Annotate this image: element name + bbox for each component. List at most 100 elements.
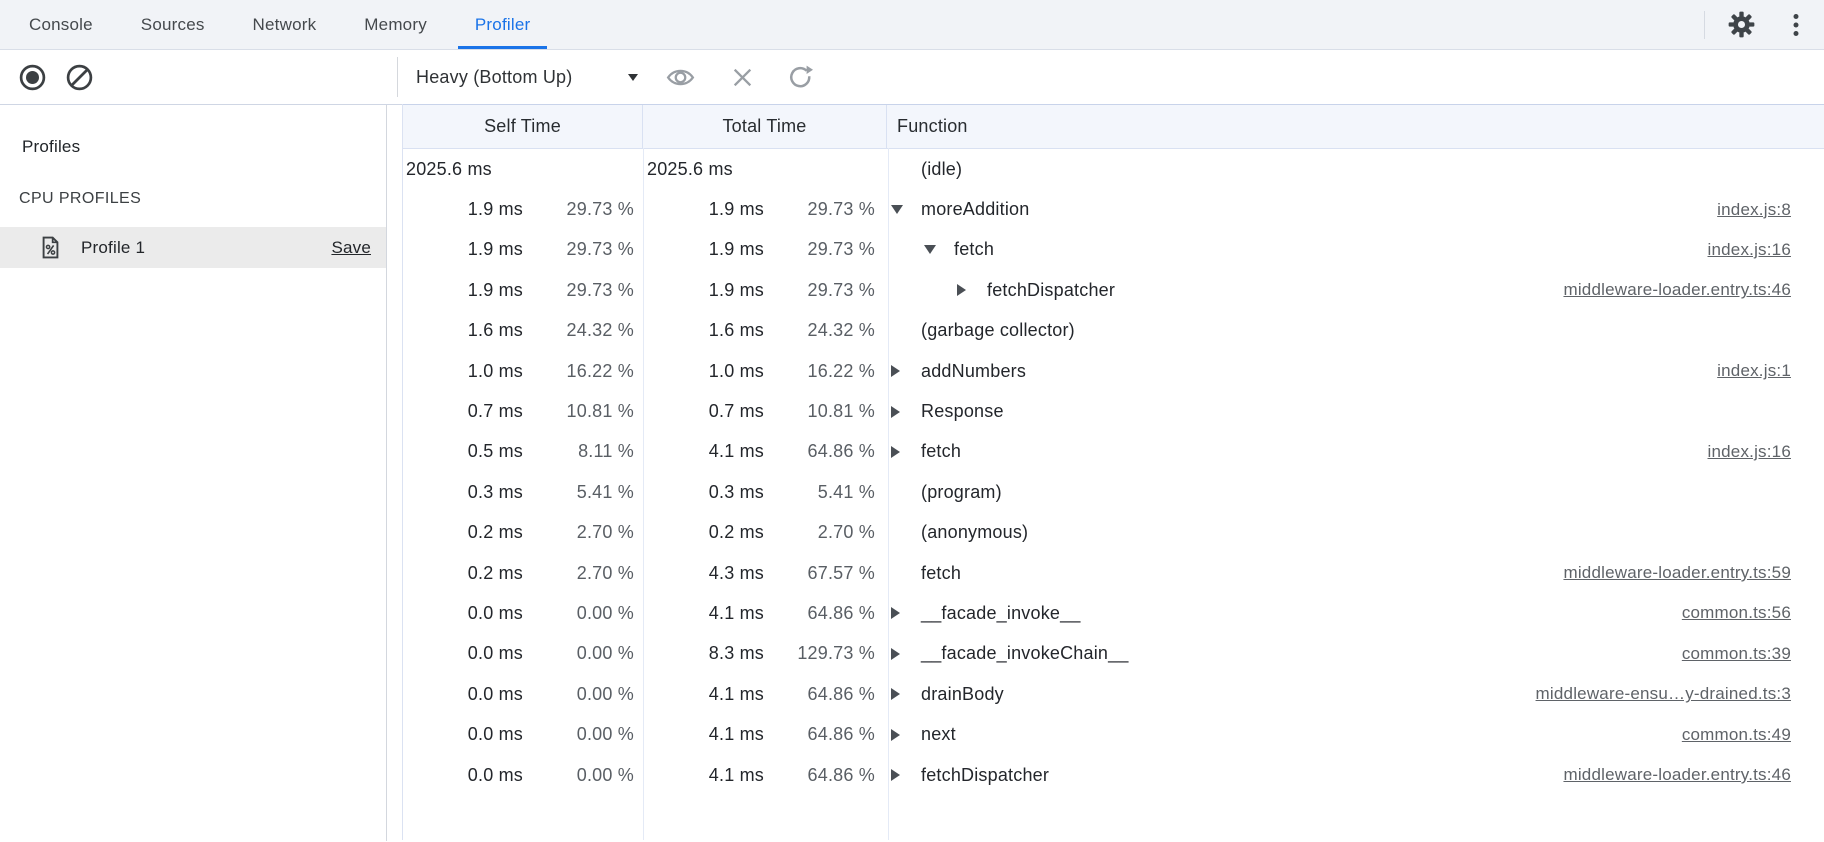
- save-profile-link[interactable]: Save: [331, 238, 371, 258]
- source-link[interactable]: index.js:1: [1697, 361, 1791, 381]
- function-cell: __facade_invokeChain__common.ts:39: [888, 643, 1824, 664]
- more-menu-button[interactable]: [1789, 12, 1803, 38]
- restore-all-button[interactable]: [786, 63, 815, 92]
- expand-arrow-icon[interactable]: [891, 365, 921, 377]
- source-link[interactable]: index.js:16: [1688, 240, 1791, 260]
- profile-table-row[interactable]: 0.0 ms0.00 %4.1 ms64.86 %fetchDispatcher…: [403, 755, 1824, 795]
- function-cell: moreAddition index.js:8: [888, 199, 1824, 220]
- column-header-function[interactable]: Function: [887, 105, 1824, 148]
- self-time-ms: 0.0 ms: [403, 603, 523, 624]
- expand-arrow-icon[interactable]: [891, 769, 921, 781]
- profile-list-item[interactable]: Profile 1 Save: [0, 227, 386, 268]
- source-link[interactable]: common.ts:39: [1662, 644, 1791, 664]
- self-time-ms: 0.0 ms: [403, 643, 523, 664]
- grid-header-row: Self TimeTotal TimeFunction: [403, 104, 1824, 149]
- total-time-cell: 4.1 ms64.86 %: [644, 441, 888, 462]
- profiler-toolbar: Heavy (Bottom Up): [0, 50, 1824, 104]
- source-link[interactable]: middleware-loader.entry.ts:46: [1543, 280, 1791, 300]
- profile-name: Profile 1: [81, 238, 145, 258]
- clear-profiles-button[interactable]: [65, 63, 94, 92]
- triangle-down-icon: [891, 205, 903, 214]
- source-link[interactable]: middleware-loader.entry.ts:59: [1543, 563, 1791, 583]
- self-time-percent: [492, 159, 603, 180]
- function-cell: addNumbersindex.js:1: [888, 361, 1824, 382]
- expand-arrow-icon[interactable]: [891, 688, 921, 700]
- self-time-percent: 29.73 %: [523, 280, 634, 301]
- profile-table-row[interactable]: 1.6 ms24.32 %1.6 ms24.32 %(garbage colle…: [403, 311, 1824, 351]
- self-time-percent: 16.22 %: [523, 361, 634, 382]
- total-time-cell: 4.1 ms64.86 %: [644, 684, 888, 705]
- source-link[interactable]: middleware-loader.entry.ts:46: [1543, 765, 1791, 785]
- profile-table-row[interactable]: 0.0 ms0.00 %4.1 ms64.86 %nextcommon.ts:4…: [403, 714, 1824, 754]
- tab-console[interactable]: Console: [5, 0, 117, 49]
- tab-profiler[interactable]: Profiler: [451, 0, 554, 49]
- sidebar-title: Profiles: [0, 137, 386, 157]
- function-name: moreAddition: [921, 199, 1029, 220]
- cpu-profiles-section-label: CPU PROFILES: [0, 189, 386, 209]
- settings-button[interactable]: [1728, 11, 1755, 38]
- profile-icon-wrap: [41, 236, 60, 260]
- profile-table-row[interactable]: 0.0 ms0.00 %4.1 ms64.86 %__facade_invoke…: [403, 593, 1824, 633]
- tab-sources[interactable]: Sources: [117, 0, 229, 49]
- column-header-self-time[interactable]: Self Time: [403, 105, 643, 148]
- total-time-cell: 4.1 ms64.86 %: [644, 724, 888, 745]
- profile-table-row[interactable]: 1.9 ms29.73 %1.9 ms29.73 %moreAdditionin…: [403, 189, 1824, 229]
- expand-arrow-icon[interactable]: [891, 648, 921, 660]
- triangle-right-icon: [891, 406, 900, 418]
- total-time-percent: 2.70 %: [764, 522, 875, 543]
- self-time-cell: 0.7 ms10.81 %: [403, 401, 644, 422]
- function-cell: fetchindex.js:16: [888, 441, 1824, 462]
- self-time-percent: 8.11 %: [523, 441, 634, 462]
- profile-table-row[interactable]: 0.2 ms2.70 %4.3 ms67.57 %fetchmiddleware…: [403, 553, 1824, 593]
- total-time-cell: 4.1 ms64.86 %: [644, 765, 888, 786]
- profile-table-row[interactable]: 1.9 ms29.73 %1.9 ms29.73 %fetchindex.js:…: [403, 230, 1824, 270]
- function-name: drainBody: [921, 684, 1004, 705]
- triangle-right-icon: [891, 446, 900, 458]
- total-time-ms: 4.3 ms: [644, 563, 764, 584]
- profile-table-row[interactable]: 0.2 ms2.70 %0.2 ms2.70 %(anonymous): [403, 513, 1824, 553]
- focus-selected-button[interactable]: [665, 62, 696, 93]
- total-time-cell: 1.9 ms29.73 %: [644, 239, 888, 260]
- expand-arrow-icon[interactable]: [891, 406, 921, 418]
- view-mode-select[interactable]: Heavy (Bottom Up): [416, 67, 638, 88]
- function-cell: (idle): [888, 159, 1824, 180]
- tab-memory[interactable]: Memory: [340, 0, 451, 49]
- profile-table-row[interactable]: 0.7 ms10.81 %0.7 ms10.81 % Response: [403, 391, 1824, 431]
- triangle-right-icon: [891, 688, 900, 700]
- function-name: Response: [921, 401, 1004, 422]
- expand-arrow-icon[interactable]: [891, 446, 921, 458]
- exclude-selected-button[interactable]: [730, 65, 755, 90]
- total-time-ms: 8.3 ms: [644, 643, 764, 664]
- profile-table-row[interactable]: 0.0 ms0.00 %8.3 ms129.73 %__facade_invok…: [403, 634, 1824, 674]
- expand-arrow-icon[interactable]: [891, 607, 921, 619]
- total-time-percent: 29.73 %: [764, 199, 875, 220]
- expand-arrow-icon[interactable]: [957, 284, 987, 296]
- profile-table-row[interactable]: 1.0 ms16.22 %1.0 ms16.22 %addNumbersinde…: [403, 351, 1824, 391]
- source-link[interactable]: common.ts:49: [1662, 725, 1791, 745]
- expand-arrow-icon[interactable]: [891, 729, 921, 741]
- chevron-down-icon: [628, 74, 638, 81]
- expand-arrow-icon[interactable]: [924, 245, 954, 254]
- profile-table-row[interactable]: 0.5 ms8.11 %4.1 ms64.86 %fetchindex.js:1…: [403, 432, 1824, 472]
- self-time-percent: 0.00 %: [523, 724, 634, 745]
- total-time-cell: 0.7 ms10.81 %: [644, 401, 888, 422]
- source-link[interactable]: index.js:8: [1697, 200, 1791, 220]
- source-link[interactable]: index.js:16: [1688, 442, 1791, 462]
- tab-network[interactable]: Network: [229, 0, 341, 49]
- self-time-percent: 29.73 %: [523, 199, 634, 220]
- self-time-ms: 0.2 ms: [403, 522, 523, 543]
- profile-table-row[interactable]: 0.3 ms5.41 %0.3 ms5.41 %(program): [403, 472, 1824, 512]
- total-time-cell: 1.0 ms16.22 %: [644, 361, 888, 382]
- source-link[interactable]: common.ts:56: [1662, 603, 1791, 623]
- column-header-total-time[interactable]: Total Time: [643, 105, 887, 148]
- profile-table-row[interactable]: 1.9 ms29.73 %1.9 ms29.73 %fetchDispatche…: [403, 270, 1824, 310]
- record-button[interactable]: [18, 63, 47, 92]
- source-link[interactable]: middleware-ensu…y-drained.ts:3: [1516, 684, 1791, 704]
- self-time-cell: 2025.6 ms: [403, 159, 644, 180]
- profile-table-row[interactable]: 2025.6 ms2025.6 ms (idle): [403, 149, 1824, 189]
- total-time-percent: 64.86 %: [764, 765, 875, 786]
- total-time-cell: 1.9 ms29.73 %: [644, 199, 888, 220]
- profile-table-row[interactable]: 0.0 ms0.00 %4.1 ms64.86 %drainBodymiddle…: [403, 674, 1824, 714]
- expand-arrow-icon[interactable]: [891, 205, 921, 214]
- total-time-ms: 2025.6 ms: [644, 159, 733, 180]
